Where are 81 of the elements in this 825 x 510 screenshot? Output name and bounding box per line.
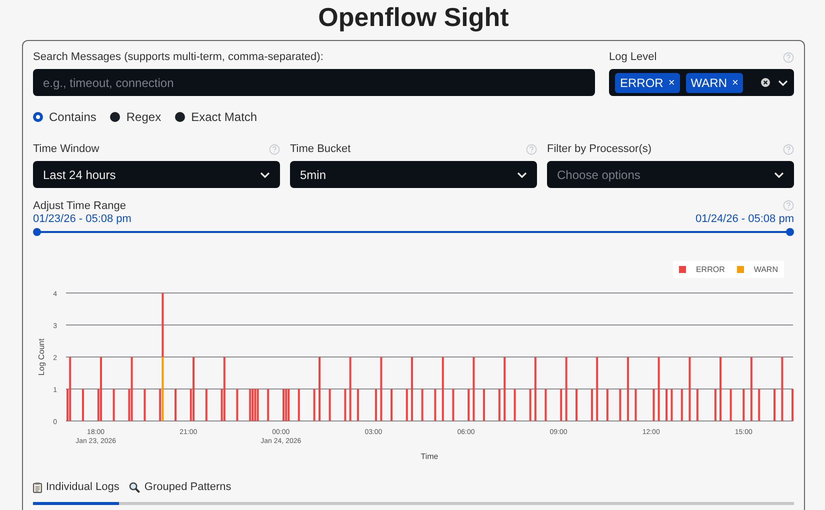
- chart-bar: [380, 357, 382, 421]
- chart-bar: [514, 389, 516, 421]
- chart-bar: [529, 389, 532, 421]
- chart-bar: [680, 389, 683, 421]
- legend-swatch[interactable]: [678, 266, 686, 273]
- chart-bar: [452, 389, 454, 421]
- chart-bar: [696, 389, 698, 421]
- chevron-down-icon: [778, 80, 788, 86]
- chart-bar: [658, 357, 660, 421]
- chevron-down-icon: [517, 172, 527, 178]
- chart-bar: [534, 357, 536, 421]
- chevron-down-icon: [260, 172, 270, 178]
- chart-bar: [236, 389, 238, 421]
- chart-bar: [472, 357, 475, 421]
- chart-bar: [442, 357, 444, 421]
- field-label: Time Window: [33, 143, 100, 155]
- chart-bar: [781, 357, 784, 421]
- chart-bar: [606, 389, 608, 421]
- chart-bar: [468, 389, 470, 421]
- chart-bar: [267, 389, 270, 421]
- range-end-label: 01/24/26 - 05:08 pm: [696, 213, 794, 225]
- legend-swatch[interactable]: [736, 266, 744, 273]
- chart-bar: [421, 389, 424, 421]
- magnifier-icon: [129, 482, 140, 492]
- chart-bar: [634, 389, 637, 421]
- slider-handle[interactable]: [33, 228, 41, 236]
- chart-bar: [619, 389, 622, 421]
- field-label: Search Messages (supports multi-term, comma-separated):: [33, 51, 324, 63]
- chart-bar: [434, 389, 436, 421]
- chart-bar: [714, 389, 716, 421]
- chevron-down-icon: [774, 172, 784, 178]
- chart-bar: [328, 389, 331, 421]
- chart-bar: [498, 389, 500, 421]
- field-label: Adjust Time Range: [33, 200, 126, 213]
- tab[interactable]: Grouped Patterns: [129, 481, 232, 505]
- page-title: Openflow Sight: [317, 1, 510, 34]
- legend-label[interactable]: WARN: [754, 265, 778, 274]
- radio-button[interactable]: [110, 112, 120, 122]
- chart-bar: [750, 357, 752, 421]
- chart-bar: [544, 389, 547, 421]
- slider-handle[interactable]: [786, 228, 794, 236]
- tab[interactable]: Individual Logs: [33, 481, 120, 505]
- chart-bar: [688, 357, 691, 421]
- dropdown-select[interactable]: Last 24 hours: [33, 161, 280, 188]
- field-label: Filter by Processor(s): [547, 143, 652, 155]
- chart-bar: [596, 357, 598, 421]
- search-field[interactable]: e.g., timeout, connection: [33, 69, 595, 96]
- chart-bar: [670, 389, 673, 421]
- processor-select[interactable]: Choose options: [547, 161, 794, 188]
- chart-bar: [652, 389, 655, 421]
- y-axis-title: Log Count: [37, 338, 46, 376]
- radio-button[interactable]: [33, 112, 43, 122]
- chart-bar: [730, 389, 732, 421]
- legend-label[interactable]: ERROR: [696, 265, 725, 274]
- dropdown-select[interactable]: 5min: [290, 161, 537, 188]
- chart-bar: [144, 389, 146, 421]
- chart-bar: [344, 389, 346, 421]
- chart-bar: [313, 389, 316, 421]
- chart-bar: [112, 389, 115, 421]
- range-start-label: 01/23/26 - 05:08 pm: [33, 213, 132, 225]
- chart-bar: [560, 389, 562, 421]
- chart-bar: [349, 357, 352, 421]
- level-chip[interactable]: ERROR ×: [615, 72, 680, 92]
- level-chip[interactable]: WARN ×: [686, 72, 744, 92]
- chart-bar: [758, 389, 760, 421]
- clipboard-icon: [33, 482, 42, 492]
- x-axis-title: Time: [420, 452, 438, 461]
- radio-label[interactable]: Regex: [126, 110, 162, 124]
- chart-bar: [742, 389, 745, 421]
- chart-bar: [406, 389, 408, 421]
- log-level-select[interactable]: ERROR × WARN ×: [609, 69, 794, 96]
- chart-bar: [298, 389, 300, 421]
- radio-label[interactable]: Contains: [49, 110, 96, 124]
- chart-bar: [504, 357, 506, 421]
- chart-bar: [205, 389, 208, 421]
- chart-bar: [565, 357, 568, 421]
- field-label: Log Level: [609, 51, 657, 63]
- clear-icon[interactable]: [761, 78, 770, 87]
- radio-button[interactable]: [175, 112, 186, 122]
- radio-label[interactable]: Exact Match: [191, 110, 258, 124]
- field-label: Time Bucket: [290, 143, 351, 155]
